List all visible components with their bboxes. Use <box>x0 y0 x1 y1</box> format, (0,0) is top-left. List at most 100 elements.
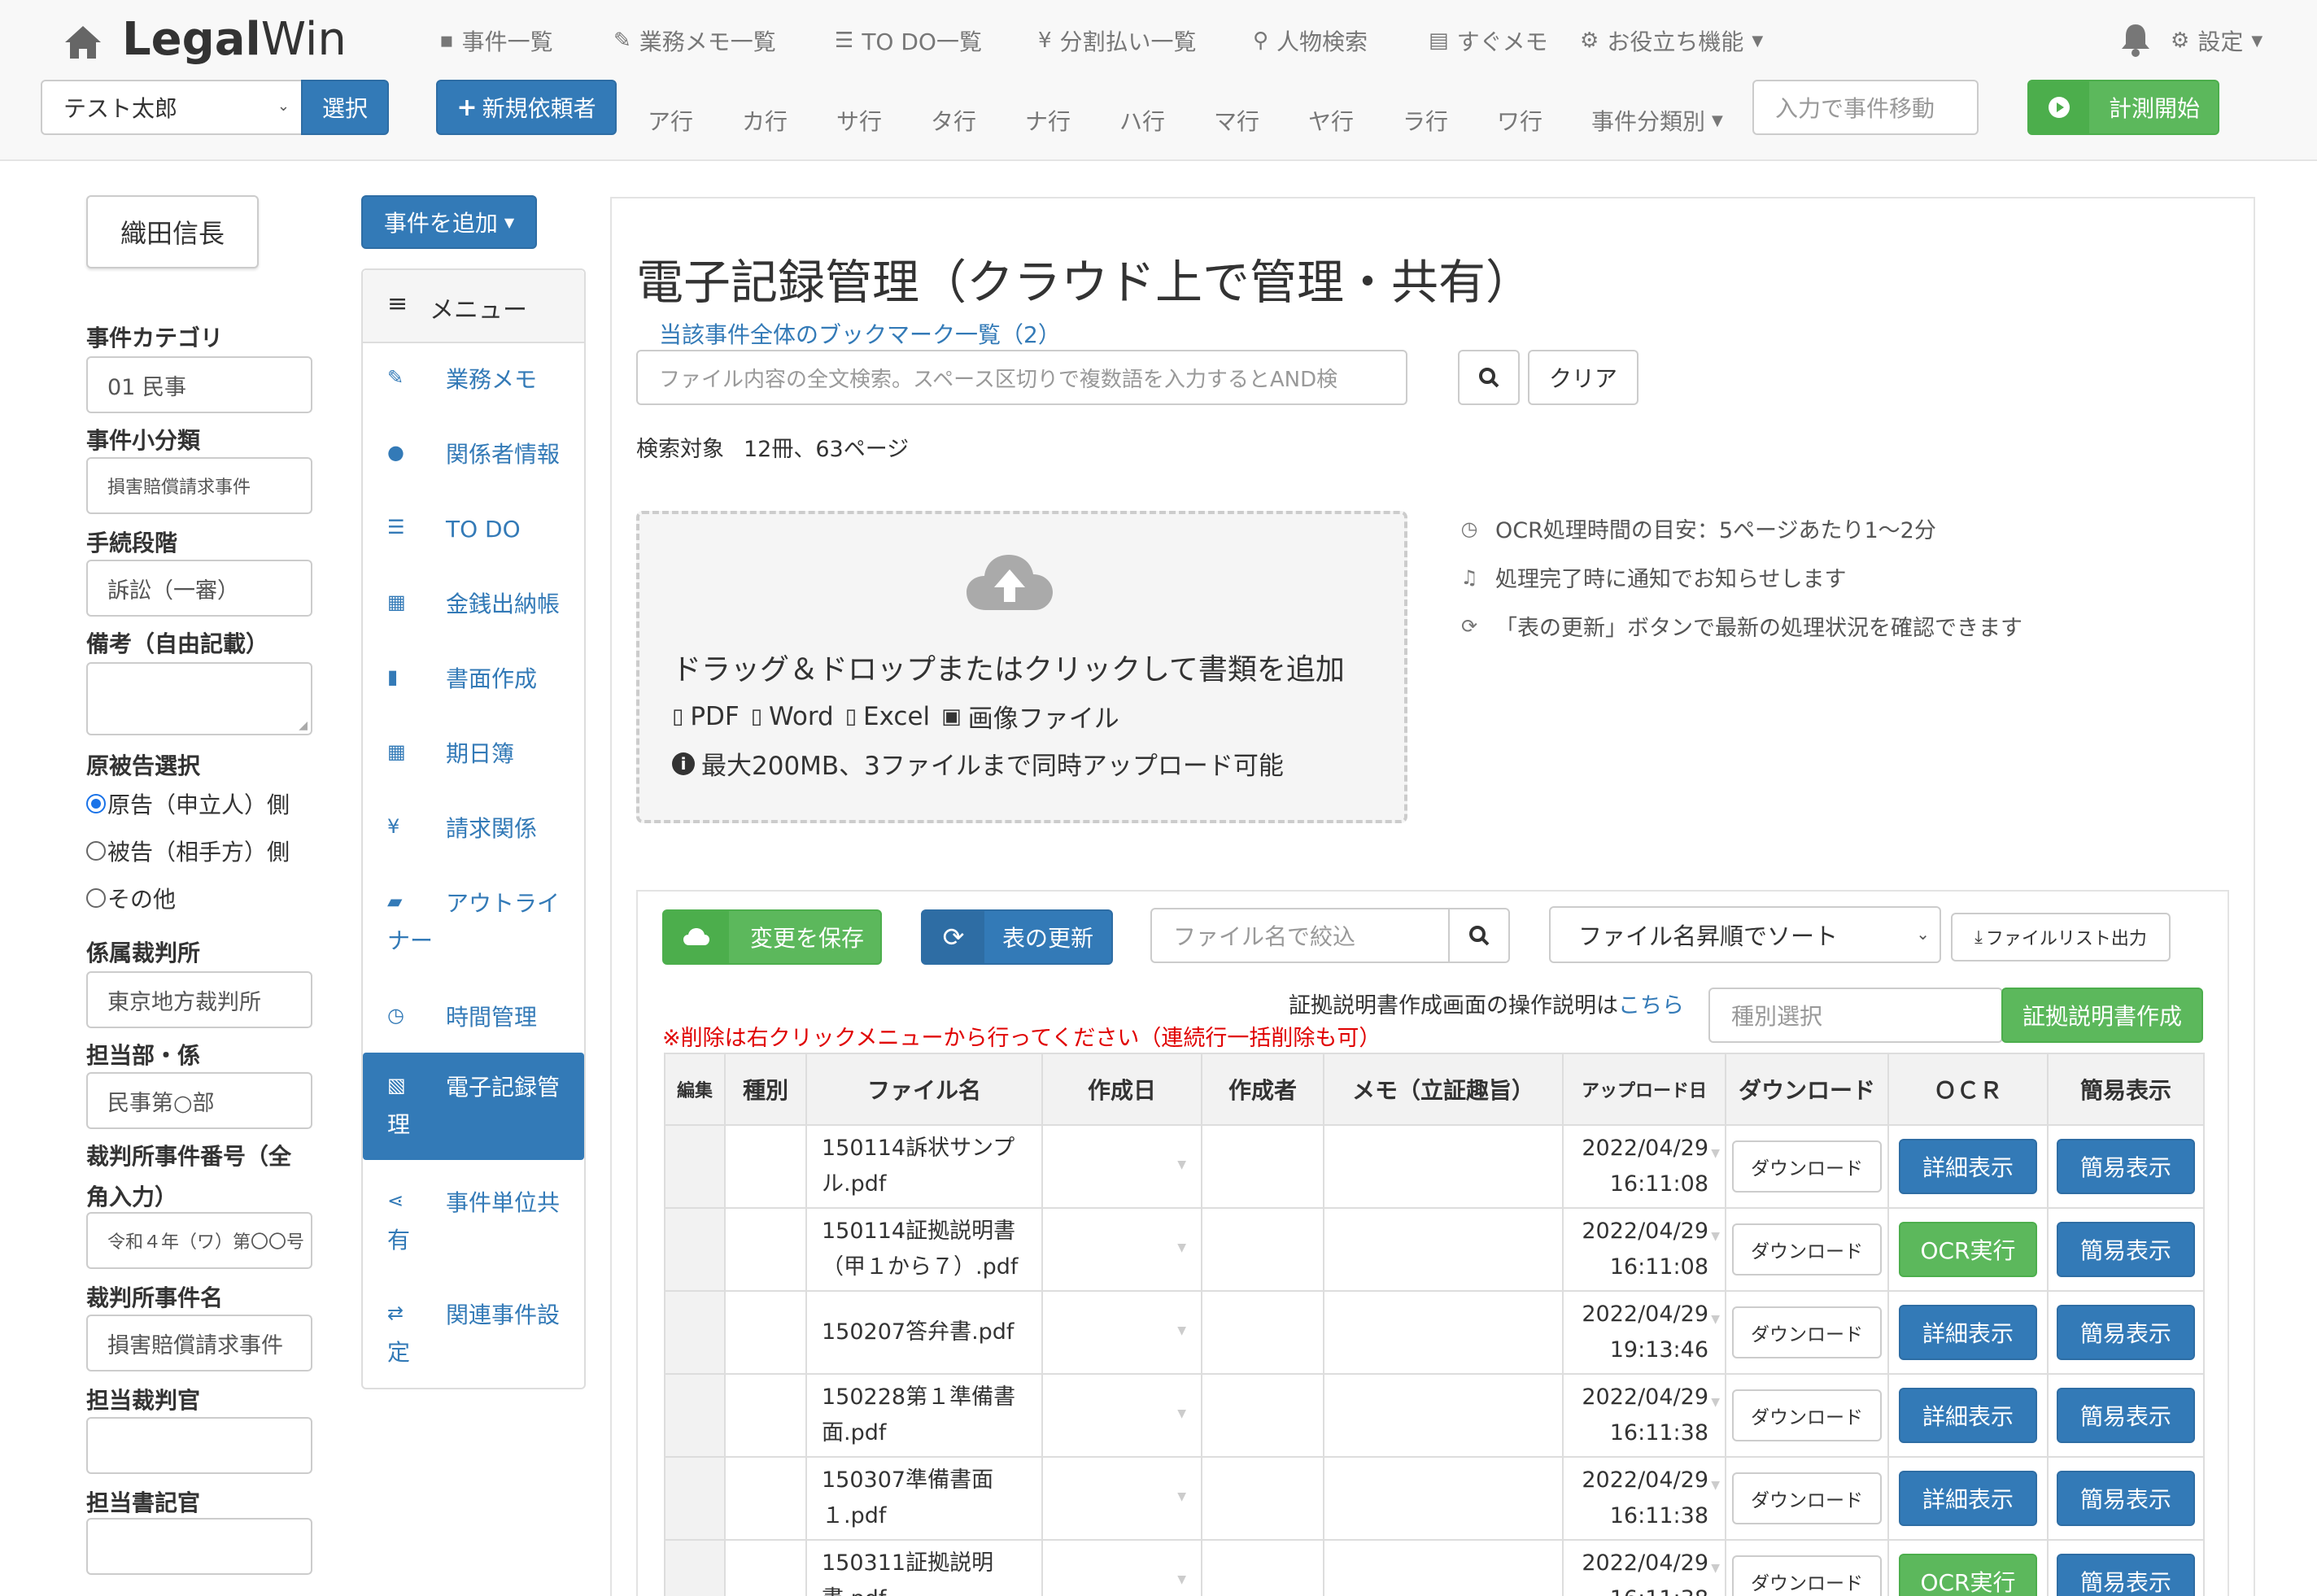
clear-button[interactable]: クリア <box>1528 350 1638 405</box>
party-side-radio-other[interactable]: その他 <box>86 882 176 914</box>
simple-view-button[interactable]: 簡易表示 <box>2057 1554 2195 1596</box>
kana-filter-ka[interactable]: カ行 <box>742 104 788 137</box>
download-button[interactable]: ダウンロード <box>1732 1472 1882 1524</box>
nav-person-search[interactable]: ⚲ 人物検索 <box>1253 24 1368 57</box>
nav-todo-list[interactable]: ☰ TO DO一覧 <box>835 24 982 57</box>
filename-cell[interactable]: 150311証拠説明書.pdf <box>805 1539 1043 1596</box>
user-select[interactable]: テスト太郎 ⌄ <box>41 80 303 135</box>
bell-icon[interactable] <box>2120 23 2151 57</box>
side-menu-item-outliner[interactable]: ▰ アウトライ ナー <box>363 885 584 966</box>
kana-filter-ra[interactable]: ラ行 <box>1403 104 1448 137</box>
kana-filter-na[interactable]: ナ行 <box>1025 104 1071 137</box>
kana-filter-sa[interactable]: サ行 <box>836 104 882 137</box>
search-button[interactable] <box>1458 350 1520 405</box>
radio-button[interactable] <box>86 888 106 908</box>
radio-button[interactable] <box>86 841 106 861</box>
ocr-detail-button[interactable]: 詳細表示 <box>1899 1305 2037 1360</box>
side-menu-item-documents[interactable]: ▮ 書面作成 <box>363 661 584 709</box>
column-header-filename[interactable]: ファイル名 <box>805 1053 1043 1126</box>
save-changes-button[interactable]: 変更を保存 <box>662 909 882 965</box>
case-jump-input[interactable]: 入力で事件移動 <box>1752 80 1979 135</box>
ocr-detail-button[interactable]: 詳細表示 <box>1899 1388 2037 1443</box>
edit-cell[interactable] <box>664 1290 726 1375</box>
filename-cell[interactable]: 150228第１準備書 面.pdf <box>805 1373 1043 1458</box>
kind-cell[interactable] <box>724 1207 807 1292</box>
side-menu-item-e-records[interactable]: ▧ 電子記録管 理 <box>363 1053 584 1160</box>
party-side-radio-plaintiff[interactable]: 原告（申立人）側 <box>86 787 290 820</box>
side-menu-item-memo[interactable]: ✎ 業務メモ <box>363 361 584 410</box>
side-menu-item-contacts[interactable]: ● 関係者情報 <box>363 436 584 485</box>
nav-installment-list[interactable]: ¥ 分割払い一覧 <box>1038 24 1197 57</box>
download-button[interactable]: ダウンロード <box>1732 1140 1882 1193</box>
resize-handle-icon[interactable]: ◢ <box>299 719 308 732</box>
procedure-stage-field[interactable]: 訴訟（一審） <box>86 560 312 617</box>
notes-textarea[interactable]: ◢ <box>86 662 312 735</box>
kind-select-input[interactable]: 種別選択 <box>1708 988 2003 1043</box>
kind-cell[interactable] <box>724 1539 807 1596</box>
evidence-help-link[interactable]: こちら <box>1618 993 1684 1018</box>
edit-cell[interactable] <box>664 1539 726 1596</box>
judge-field[interactable] <box>86 1417 312 1474</box>
created-date-cell[interactable]: ▼ <box>1041 1373 1202 1458</box>
court-case-name-field[interactable]: 損害賠償請求事件 <box>86 1315 312 1371</box>
nav-quick-memo[interactable]: ▤ すぐメモ <box>1429 24 1548 57</box>
upload-dropzone[interactable]: ドラッグ＆ドロップまたはクリックして書類を追加 ▯ PDF ▯ Word ▯ Exce… <box>636 511 1407 823</box>
nav-memo-list[interactable]: ✎ 業務メモ一覧 <box>613 24 776 57</box>
kind-cell[interactable] <box>724 1124 807 1209</box>
court-field[interactable]: 東京地方裁判所 <box>86 971 312 1028</box>
nav-settings-dropdown[interactable]: ⚙ 設定 ▼ <box>2171 24 2262 57</box>
refresh-table-button[interactable]: ⟳ 表の更新 <box>921 909 1113 965</box>
download-button[interactable]: ダウンロード <box>1732 1223 1882 1275</box>
side-menu-item-billing[interactable]: ¥ 請求関係 <box>363 810 584 859</box>
author-cell[interactable] <box>1201 1456 1324 1541</box>
ocr-detail-button[interactable]: 詳細表示 <box>1899 1471 2037 1526</box>
edit-cell[interactable] <box>664 1124 726 1209</box>
table-row[interactable]: 150228第１準備書 面.pdf ▼ 2022/04/29 16:11:38 ▼ ダウンロ… <box>664 1373 2205 1458</box>
kind-cell[interactable] <box>724 1290 807 1375</box>
memo-cell[interactable] <box>1323 1207 1564 1292</box>
author-cell[interactable] <box>1201 1290 1324 1375</box>
kana-filter-ta[interactable]: タ行 <box>931 104 976 137</box>
simple-view-button[interactable]: 簡易表示 <box>2057 1222 2195 1277</box>
create-evidence-list-button[interactable]: 証拠説明書作成 <box>2001 988 2203 1043</box>
edit-cell[interactable] <box>664 1207 726 1292</box>
export-file-list-button[interactable]: ⤓ ファイルリスト出力 <box>1951 913 2171 962</box>
author-cell[interactable] <box>1201 1207 1324 1292</box>
download-button[interactable]: ダウンロード <box>1732 1306 1882 1358</box>
simple-view-button[interactable]: 簡易表示 <box>2057 1139 2195 1194</box>
filename-cell[interactable]: 150114証拠説明書 （甲１から７）.pdf <box>805 1207 1043 1292</box>
edit-cell[interactable] <box>664 1456 726 1541</box>
filter-search-button[interactable] <box>1448 908 1510 963</box>
simple-view-button[interactable]: 簡易表示 <box>2057 1305 2195 1360</box>
column-header-kind[interactable]: 種別 <box>724 1053 807 1126</box>
table-row[interactable]: 150207答弁書.pdf ▼ 2022/04/29 19:13:46 ▼ ダウンロード詳… <box>664 1290 2205 1375</box>
nav-case-list[interactable]: ▪ 事件一覧 <box>439 24 553 57</box>
bookmark-list-link[interactable]: 当該事件全体のブックマーク一覧（2） <box>659 317 1061 350</box>
filename-filter-input[interactable]: ファイル名で絞込 <box>1150 908 1450 963</box>
client-name-button[interactable]: 織田信長 <box>86 195 259 268</box>
side-menu-item-sharing[interactable]: ⋖ 事件単位共有 <box>363 1184 584 1266</box>
court-case-number-field[interactable]: 令和４年（ワ）第〇〇号 <box>86 1212 312 1269</box>
start-timer-button[interactable]: 計測開始 <box>2027 80 2219 135</box>
filename-cell[interactable]: 150207答弁書.pdf <box>805 1290 1043 1375</box>
author-cell[interactable] <box>1201 1124 1324 1209</box>
author-cell[interactable] <box>1201 1373 1324 1458</box>
memo-cell[interactable] <box>1323 1290 1564 1375</box>
memo-cell[interactable] <box>1323 1456 1564 1541</box>
nav-tools-dropdown[interactable]: ⚙ お役立ち機能 ▼ <box>1580 24 1763 57</box>
kind-cell[interactable] <box>724 1373 807 1458</box>
ocr-run-button[interactable]: OCR実行 <box>1899 1554 2037 1596</box>
kana-filter-a[interactable]: ア行 <box>648 104 693 137</box>
filename-cell[interactable]: 150114訴状サンプ ル.pdf <box>805 1124 1043 1209</box>
division-field[interactable]: 民事第○部 <box>86 1072 312 1129</box>
case-subcategory-field[interactable]: 損害賠償請求事件 <box>86 457 312 514</box>
created-date-cell[interactable]: ▼ <box>1041 1456 1202 1541</box>
fulltext-search-input[interactable]: ファイル内容の全文検索。スペース区切りで複数語を入力するとAND検 <box>636 350 1407 405</box>
case-category-field[interactable]: 01 民事 <box>86 356 312 413</box>
download-button[interactable]: ダウンロード <box>1732 1389 1882 1441</box>
sort-select[interactable]: ファイル名昇順でソート ⌄ <box>1549 906 1941 963</box>
created-date-cell[interactable]: ▼ <box>1041 1207 1202 1292</box>
radio-button[interactable] <box>86 794 106 813</box>
column-header-memo[interactable]: メモ（立証趣旨） <box>1323 1053 1564 1126</box>
side-menu-item-schedule[interactable]: ▦ 期日簿 <box>363 735 584 784</box>
